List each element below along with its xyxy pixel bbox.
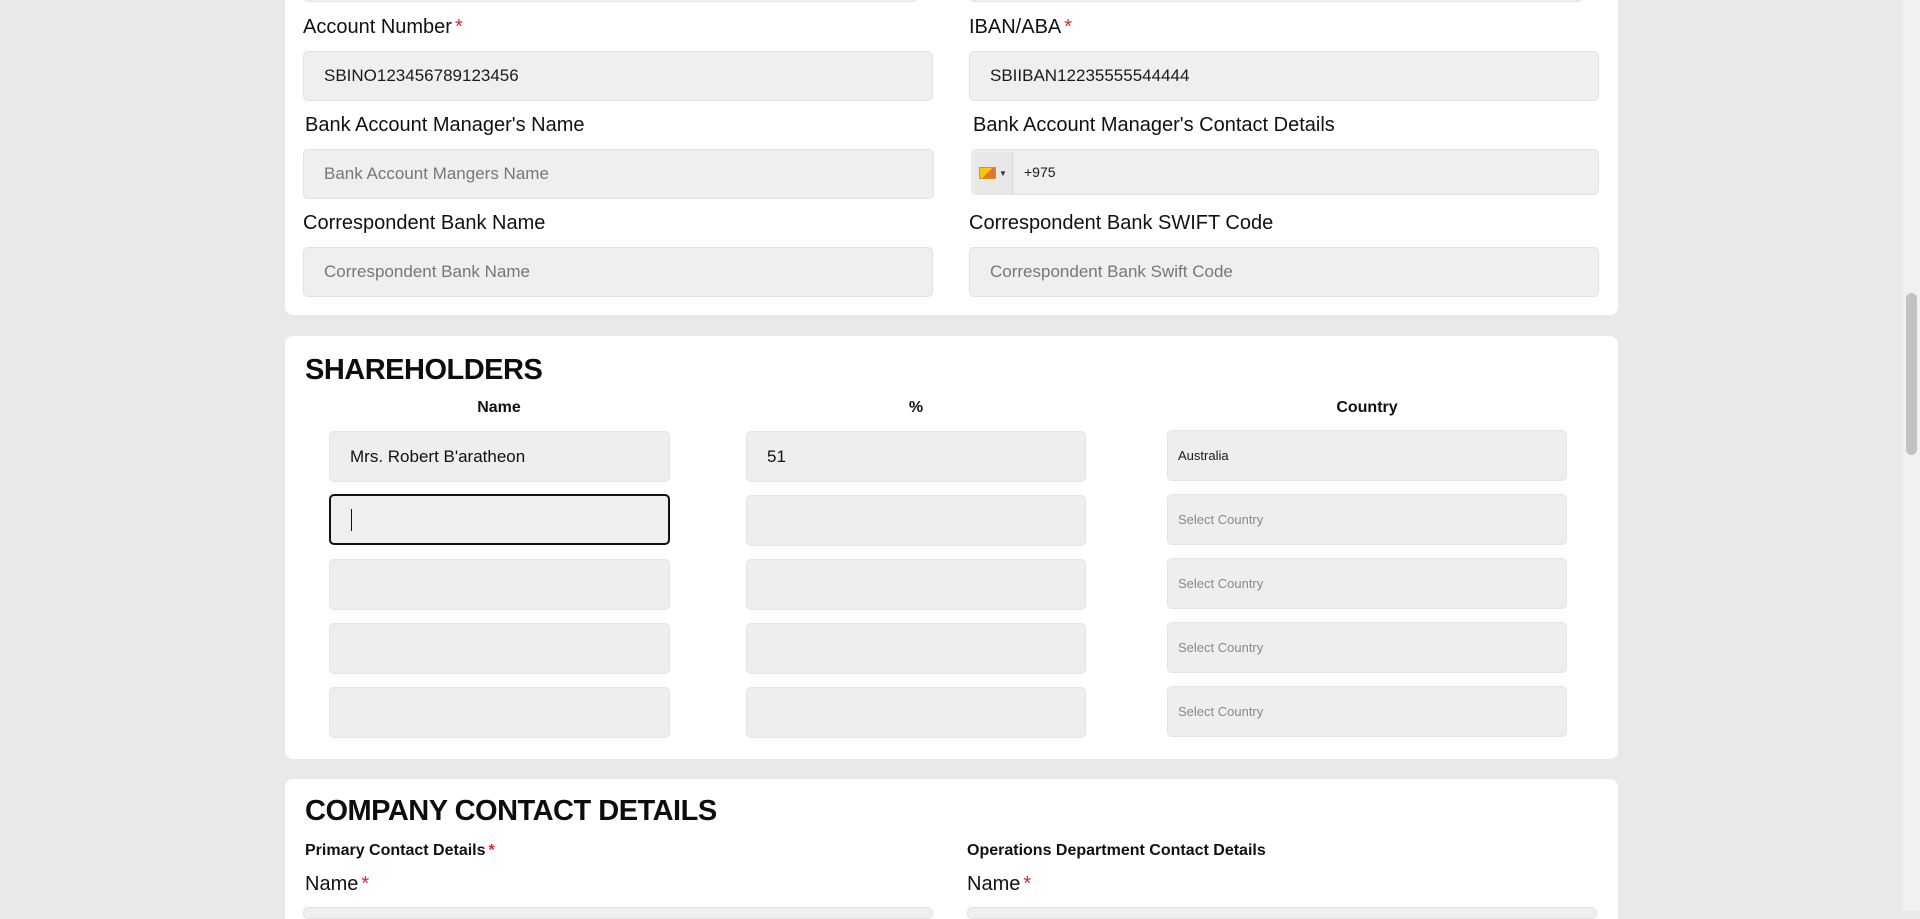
previous-input-left[interactable] <box>303 0 917 2</box>
shareholder-name-input[interactable]: Mrs. Robert B'aratheon <box>329 431 670 482</box>
shareholder-name-input[interactable] <box>329 687 670 738</box>
shareholder-country-select[interactable]: Select Country <box>1167 494 1567 545</box>
shareholders-title: SHAREHOLDERS <box>305 354 543 386</box>
correspondent-name-label: Correspondent Bank Name <box>303 212 546 234</box>
manager-name-label: Bank Account Manager's Name <box>305 114 585 136</box>
iban-label: IBAN/ABA * <box>969 16 1073 38</box>
shareholder-percent-input[interactable] <box>746 687 1086 738</box>
shareholder-country-select[interactable]: Select Country <box>1167 686 1567 737</box>
column-header-name: Name <box>477 399 521 416</box>
correspondent-swift-label: Correspondent Bank SWIFT Code <box>969 212 1274 234</box>
previous-input-right[interactable] <box>969 0 1583 2</box>
correspondent-name-input[interactable]: Correspondent Bank Name <box>303 247 933 297</box>
caret-down-icon: ▼ <box>999 168 1007 178</box>
flag-icon <box>979 167 997 179</box>
company-contact-title: COMPANY CONTACT DETAILS <box>305 795 717 827</box>
manager-contact-input[interactable]: ▼ +975 <box>971 149 1599 195</box>
operations-contact-heading: Operations Department Contact Details <box>967 842 1266 859</box>
manager-contact-label: Bank Account Manager's Contact Details <box>973 114 1335 136</box>
company-contact-card: COMPANY CONTACT DETAILS Primary Contact … <box>285 779 1618 919</box>
shareholder-name-input[interactable] <box>329 494 670 545</box>
shareholder-name-input[interactable] <box>329 559 670 610</box>
bank-details-card: Account Number * SBINO123456789123456 IBA… <box>285 0 1618 315</box>
correspondent-swift-input[interactable]: Correspondent Bank Swift Code <box>969 247 1599 297</box>
page-scrollbar[interactable] <box>1903 0 1920 911</box>
manager-name-input[interactable]: Bank Account Mangers Name <box>303 149 934 199</box>
account-number-input[interactable]: SBINO123456789123456 <box>303 51 933 101</box>
shareholder-percent-input[interactable] <box>746 623 1086 674</box>
country-code-selector[interactable]: ▼ <box>974 152 1013 194</box>
shareholder-percent-input[interactable] <box>746 495 1086 546</box>
iban-input[interactable]: SBIIBAN12235555544444 <box>969 51 1599 101</box>
primary-contact-heading: Primary Contact Details * <box>305 842 495 859</box>
operations-name-input[interactable] <box>967 907 1597 919</box>
shareholder-percent-input[interactable]: 51 <box>746 431 1086 482</box>
primary-name-label: Name * <box>305 873 370 895</box>
shareholders-card: SHAREHOLDERS Name % Country Mrs. Robert … <box>285 336 1618 759</box>
scrollbar-thumb[interactable] <box>1906 293 1917 455</box>
operations-name-label: Name * <box>967 873 1032 895</box>
column-header-percent: % <box>908 399 924 416</box>
column-header-country: Country <box>1336 399 1398 416</box>
shareholder-country-select[interactable]: Select Country <box>1167 622 1567 673</box>
shareholder-name-input[interactable] <box>329 623 670 674</box>
text-caret <box>351 508 352 531</box>
shareholder-country-select[interactable]: Australia <box>1167 430 1567 481</box>
shareholder-percent-input[interactable] <box>746 559 1086 610</box>
shareholder-country-select[interactable]: Select Country <box>1167 558 1567 609</box>
primary-name-input[interactable] <box>303 907 933 919</box>
account-number-label: Account Number * <box>303 16 463 38</box>
